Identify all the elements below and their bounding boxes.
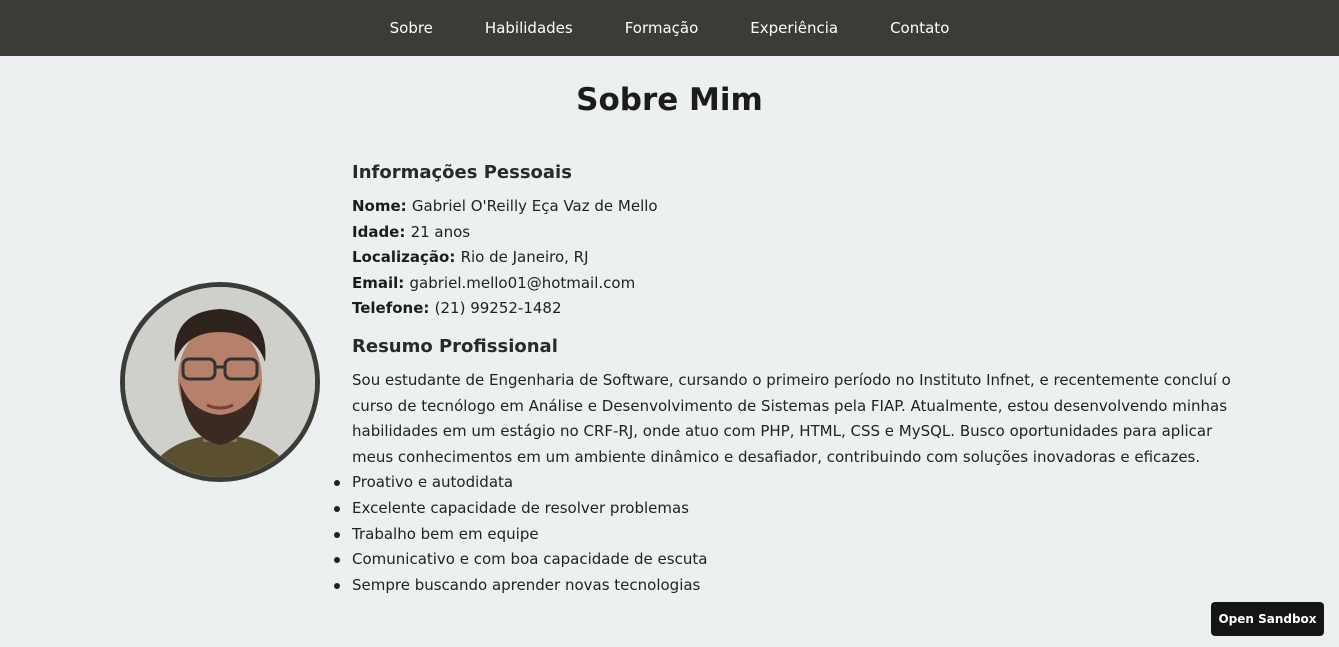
list-item: Comunicativo e com boa capacidade de esc… (334, 547, 1232, 573)
info-label: Localização: (352, 248, 461, 267)
info-label: Telefone: (352, 299, 435, 318)
profile-photo (120, 282, 320, 482)
info-label: Email: (352, 273, 410, 292)
nav-link-contato[interactable]: Contato (890, 19, 949, 37)
personal-info-list: Nome: Gabriel O'Reilly Eça Vaz de Mello … (352, 194, 1232, 322)
list-item: Trabalho bem em equipe (334, 522, 1232, 548)
nav-link-habilidades[interactable]: Habilidades (485, 19, 573, 37)
info-label: Nome: (352, 197, 412, 215)
traits-list: Proativo e autodidata Excelente capacida… (334, 470, 1232, 599)
about-section: Informações Pessoais Nome: Gabriel O'Rei… (334, 160, 1232, 599)
list-item: Proativo e autodidata (334, 470, 1232, 496)
nav-link-formacao[interactable]: Formação (625, 19, 699, 37)
info-value: Rio de Janeiro, RJ (460, 248, 589, 267)
personal-info-heading: Informações Pessoais (352, 162, 572, 183)
summary-heading: Resumo Profissional (352, 335, 558, 357)
list-item: Excelente capacidade de resolver problem… (334, 496, 1232, 522)
summary-text: Sou estudante de Engenharia de Software,… (352, 370, 1231, 466)
list-item: Sempre buscando aprender novas tecnologi… (334, 573, 1232, 599)
info-row-location: Localização: Rio de Janeiro, RJ (352, 245, 1232, 271)
info-value: gabriel.mello01@hotmail.com (409, 273, 636, 292)
nav-link-sobre[interactable]: Sobre (390, 19, 433, 37)
info-label: Idade: (352, 222, 411, 241)
open-sandbox-button[interactable]: Open Sandbox (1211, 602, 1324, 636)
info-value: 21 anos (410, 222, 471, 241)
info-row-email: Email: gabriel.mello01@hotmail.com (352, 271, 1232, 297)
top-navigation: Sobre Habilidades Formação Experiência C… (0, 0, 1339, 56)
info-row-age: Idade: 21 anos (352, 220, 1232, 246)
info-value: (21) 99252-1482 (434, 299, 562, 318)
profile-photo-image (125, 287, 315, 477)
info-row-name: Nome: Gabriel O'Reilly Eça Vaz de Mello (352, 194, 1232, 220)
page-title: Sobre Mim (576, 82, 763, 118)
info-row-phone: Telefone: (21) 99252-1482 (352, 296, 1232, 322)
nav-link-experiencia[interactable]: Experiência (750, 19, 838, 37)
info-value: Gabriel O'Reilly Eça Vaz de Mello (411, 197, 658, 215)
